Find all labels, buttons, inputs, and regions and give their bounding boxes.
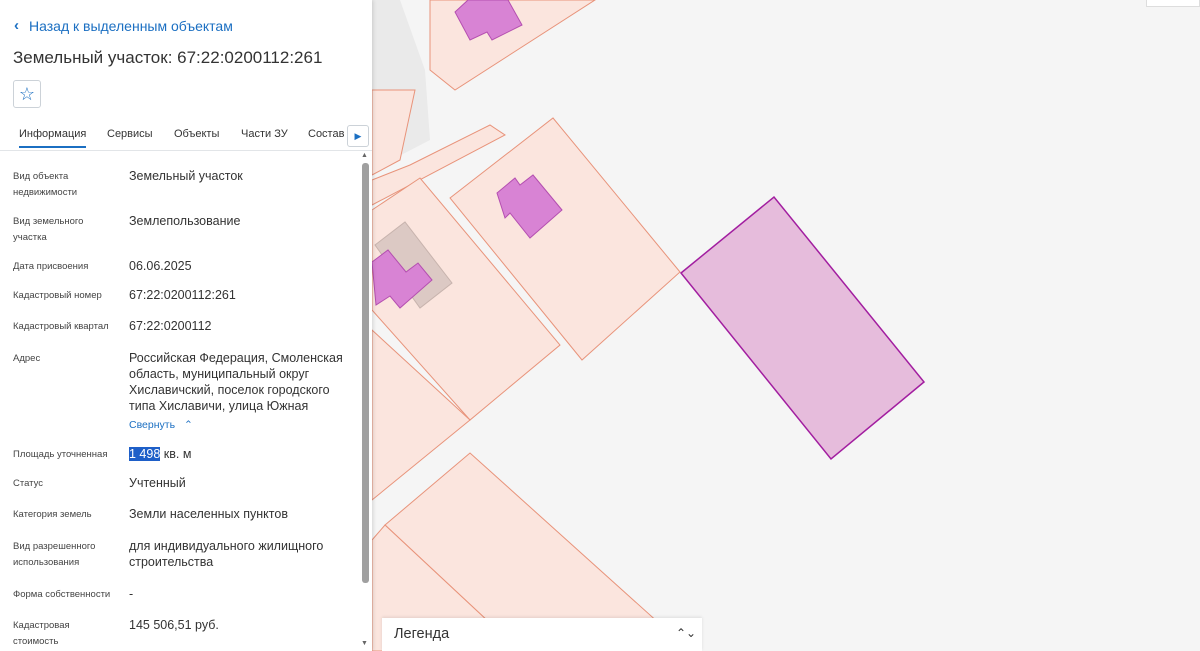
field-label: Дата присвоения [13, 261, 89, 272]
field-value: 145 506,51 руб. [129, 618, 219, 632]
field-value: Земли населенных пунктов [129, 507, 288, 521]
tabs-scroll-right-button[interactable]: ▶ [347, 125, 369, 147]
tab-services[interactable]: Сервисы [107, 128, 153, 140]
collapse-link[interactable]: Свернуть ⌃ [129, 419, 193, 431]
field-label: Кадастровая стоимость [13, 620, 70, 647]
chevron-left-icon: ‹ [14, 17, 19, 34]
back-link[interactable]: ‹ Назад к выделенным объектам [14, 17, 233, 34]
field-label: Площадь уточненная [13, 449, 108, 460]
field-label: Форма собственности [13, 589, 111, 600]
field-label: Статус [13, 478, 44, 489]
tab-bar: Информация Сервисы Объекты Части ЗУ Сост… [0, 122, 372, 151]
legend-panel[interactable]: Легенда ⌃⌄ [382, 618, 702, 651]
tab-parts[interactable]: Части ЗУ [241, 128, 288, 140]
expand-toggle-icon[interactable]: ⌃⌄ [676, 626, 696, 640]
back-link-label: Назад к выделенным объектам [29, 17, 233, 34]
area-unit: кв. м [163, 447, 192, 461]
tab-objects[interactable]: Объекты [174, 128, 219, 140]
field-value: 06.06.2025 [129, 259, 192, 273]
caret-right-icon: ▶ [354, 130, 362, 141]
tab-composition[interactable]: Состав [308, 128, 344, 140]
field-value: Землепользование [129, 214, 241, 228]
star-outline-icon: ☆ [18, 83, 36, 104]
field-label: Вид земельного участка [13, 216, 84, 243]
field-label: Адрес [13, 353, 41, 364]
legend-title: Легенда [394, 626, 450, 642]
panel-scrollbar[interactable] [362, 163, 369, 583]
info-panel: ‹ Назад к выделенным объектам Земельный … [0, 0, 372, 651]
area-row: 1 498 кв. м [129, 446, 354, 462]
favorite-button[interactable]: ☆ [13, 80, 41, 108]
collapse-label: Свернуть [129, 419, 176, 431]
area-value[interactable]: 1 498 [129, 447, 161, 461]
page-title: Земельный участок: 67:22:0200112:261 [13, 48, 323, 67]
field-value: 67:22:0200112 [129, 319, 212, 333]
map-control[interactable] [1146, 0, 1200, 7]
scroll-up-icon[interactable]: ▲ [361, 152, 368, 159]
address-value: Российская Федерация, Смоленская область… [129, 351, 343, 413]
chevron-up-icon: ⌃ [183, 419, 193, 431]
field-label: Кадастровый номер [13, 290, 102, 301]
field-label: Кадастровый квартал [13, 321, 109, 332]
field-value: 67:22:0200112:261 [129, 288, 236, 302]
field-value: для индивидуального жилищного строительс… [129, 539, 324, 569]
field-value: Земельный участок [129, 169, 243, 183]
scroll-down-icon[interactable]: ▼ [361, 640, 368, 647]
field-label: Вид разрешенного использования [13, 541, 96, 568]
field-value: Учтенный [129, 476, 186, 490]
field-value: - [129, 587, 134, 601]
field-label: Вид объекта недвижимости [13, 171, 78, 198]
tab-info[interactable]: Информация [19, 128, 87, 148]
field-label: Категория земель [13, 509, 92, 520]
